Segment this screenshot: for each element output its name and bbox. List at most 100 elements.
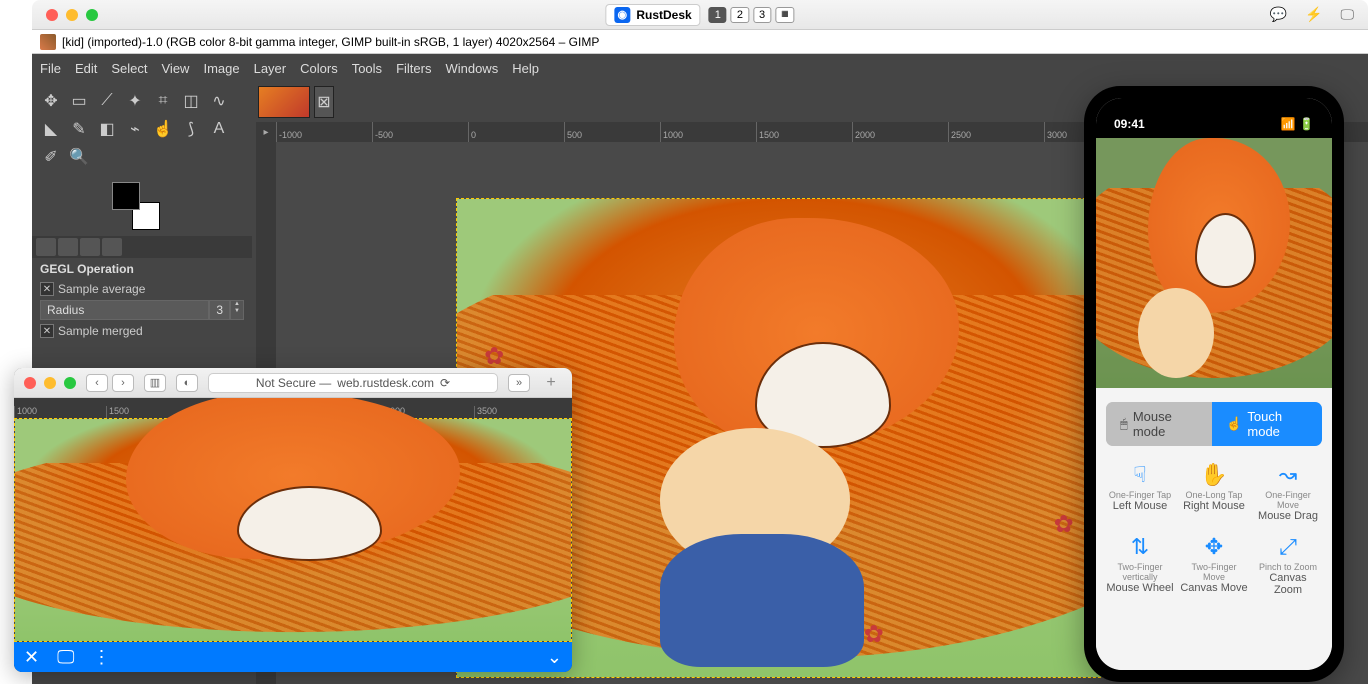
rustdesk-logo-icon: ◉ bbox=[614, 7, 630, 23]
tab-device-status[interactable] bbox=[58, 238, 78, 256]
phone-remote-view[interactable] bbox=[1096, 138, 1332, 388]
remote-display-icon[interactable]: 🖵 bbox=[57, 647, 74, 668]
scroll-icon: ⇅ bbox=[1106, 532, 1174, 562]
browser-window: ‹ › ▥ ◐ Not Secure — web.rustdesk.com ⟳ … bbox=[14, 368, 572, 672]
touch-mode-button[interactable]: ☝ Touch mode bbox=[1212, 402, 1322, 446]
reload-icon[interactable]: ⟳ bbox=[440, 376, 450, 390]
gesture-canvas-zoom: ⤢ Pinch to Zoom Canvas Zoom bbox=[1254, 532, 1322, 596]
clone-tool-icon[interactable]: ⌁ bbox=[122, 116, 148, 142]
input-mode-toggle[interactable]: 🖱 Mouse mode ☝ Touch mode bbox=[1106, 402, 1322, 446]
new-tab-button[interactable]: + bbox=[540, 374, 562, 392]
smudge-tool-icon[interactable]: ☝ bbox=[150, 116, 176, 142]
phone-status-icons: 📶 🔋 bbox=[1281, 117, 1314, 131]
menu-tools[interactable]: Tools bbox=[352, 61, 382, 76]
picker-tool-icon[interactable]: ✐ bbox=[38, 144, 64, 170]
touch-mode-label: Touch mode bbox=[1247, 409, 1308, 439]
transform-tool-icon[interactable]: ◫ bbox=[178, 88, 204, 114]
move-tool-icon[interactable]: ✥ bbox=[38, 88, 64, 114]
menu-windows[interactable]: Windows bbox=[445, 61, 498, 76]
browser-close-button[interactable] bbox=[24, 377, 36, 389]
option-sample-average[interactable]: ✕ Sample average bbox=[32, 280, 252, 298]
lasso-tool-icon[interactable]: ⟋ bbox=[94, 88, 120, 114]
fg-bg-color-swatch[interactable] bbox=[112, 182, 160, 230]
remote-collapse-icon[interactable]: ⌄ bbox=[547, 647, 562, 668]
phone-notch bbox=[1159, 98, 1269, 122]
gesture-mouse-wheel: ⇅ Two-Finger vertically Mouse Wheel bbox=[1106, 532, 1174, 596]
desktop-overview[interactable]: ▦ bbox=[775, 7, 795, 23]
browser-minimize-button[interactable] bbox=[44, 377, 56, 389]
sidebar-toggle-icon[interactable]: ▥ bbox=[144, 374, 166, 392]
pan-icon: ✥ bbox=[1180, 532, 1248, 562]
remote-control-bar: ✕ 🖵 ⋮ ⌄ bbox=[14, 642, 572, 672]
long-tap-icon: ✋ bbox=[1180, 460, 1248, 490]
remote-more-icon[interactable]: ⋮ bbox=[92, 647, 110, 668]
browser-back-button[interactable]: ‹ bbox=[86, 374, 108, 392]
menu-file[interactable]: File bbox=[40, 61, 61, 76]
display-icon[interactable]: 🖵 bbox=[1341, 6, 1355, 23]
bolt-icon[interactable]: ⚡ bbox=[1305, 6, 1322, 23]
tap-icon: ☟ bbox=[1106, 460, 1174, 490]
radius-stepper[interactable]: ▲▼ bbox=[230, 300, 244, 320]
gesture-right-mouse: ✋ One-Long Tap Right Mouse bbox=[1180, 460, 1248, 522]
phone-mockup: 09:41 📶 🔋 🖱 Mouse mode ☝ Touch mode bbox=[1084, 86, 1344, 682]
tab-tool-options[interactable] bbox=[36, 238, 56, 256]
menu-edit[interactable]: Edit bbox=[75, 61, 97, 76]
app-title: ◉ RustDesk bbox=[605, 4, 700, 26]
desktop-2[interactable]: 2 bbox=[731, 7, 749, 23]
tab-undo-history[interactable] bbox=[80, 238, 100, 256]
address-bar[interactable]: Not Secure — web.rustdesk.com ⟳ bbox=[208, 373, 498, 393]
gimp-menubar: File Edit Select View Image Layer Colors… bbox=[32, 54, 1368, 82]
shield-icon[interactable]: ◐ bbox=[176, 374, 198, 392]
rect-select-tool-icon[interactable]: ▭ bbox=[66, 88, 92, 114]
warp-tool-icon[interactable]: ∿ bbox=[206, 88, 232, 114]
browser-forward-button[interactable]: › bbox=[112, 374, 134, 392]
menu-layer[interactable]: Layer bbox=[254, 61, 287, 76]
close-option-icon-2[interactable]: ✕ bbox=[40, 324, 54, 338]
crop-tool-icon[interactable]: ⌗ bbox=[150, 88, 176, 114]
gegl-operation-title: GEGL Operation bbox=[32, 258, 252, 280]
close-window-button[interactable] bbox=[46, 9, 58, 21]
zoom-tool-icon[interactable]: 🔍 bbox=[66, 144, 92, 170]
menu-select[interactable]: Select bbox=[111, 61, 147, 76]
option-sample-merged[interactable]: ✕ Sample merged bbox=[32, 322, 252, 340]
radius-input-row[interactable]: Radius 3 ▲▼ bbox=[32, 298, 252, 322]
fg-color-swatch[interactable] bbox=[112, 182, 140, 210]
desktop-3[interactable]: 3 bbox=[753, 7, 771, 23]
menu-help[interactable]: Help bbox=[512, 61, 539, 76]
chat-icon[interactable]: 💬 bbox=[1270, 6, 1287, 23]
remote-close-icon[interactable]: ✕ bbox=[24, 647, 39, 668]
image-tab-kid[interactable] bbox=[258, 86, 310, 118]
tab-images[interactable] bbox=[102, 238, 122, 256]
radius-value[interactable]: 3 bbox=[209, 300, 230, 320]
wand-tool-icon[interactable]: ✦ bbox=[122, 88, 148, 114]
brush-tool-icon[interactable]: ✎ bbox=[66, 116, 92, 142]
image-tab-close[interactable]: ⊠ bbox=[314, 86, 334, 118]
close-option-icon[interactable]: ✕ bbox=[40, 282, 54, 296]
desktop-1[interactable]: 1 bbox=[709, 7, 727, 23]
menu-view[interactable]: View bbox=[162, 61, 190, 76]
bucket-tool-icon[interactable]: ◣ bbox=[38, 116, 64, 142]
tabs-overview-icon[interactable]: » bbox=[508, 374, 530, 392]
menu-image[interactable]: Image bbox=[203, 61, 239, 76]
browser-toolbar: ‹ › ▥ ◐ Not Secure — web.rustdesk.com ⟳ … bbox=[14, 368, 572, 398]
browser-viewport[interactable]: 1000 1500 2000 2500 3000 3500 ✕ 🖵 ⋮ ⌄ bbox=[14, 398, 572, 672]
eraser-tool-icon[interactable]: ◧ bbox=[94, 116, 120, 142]
menu-filters[interactable]: Filters bbox=[396, 61, 431, 76]
desktop-switcher[interactable]: 1 2 3 ▦ bbox=[709, 7, 795, 23]
gimp-app-icon bbox=[40, 34, 56, 50]
ruler-corner[interactable]: ▸ bbox=[256, 122, 276, 142]
app-name-label: RustDesk bbox=[636, 8, 691, 22]
gimp-toolbox: ✥ ▭ ⟋ ✦ ⌗ ◫ ∿ ◣ ✎ ◧ ⌁ ☝ ⟆ A ✐ 🔍 bbox=[32, 82, 252, 176]
text-tool-icon[interactable]: A bbox=[206, 116, 232, 142]
mouse-icon: 🖱 bbox=[1120, 416, 1128, 432]
minimize-window-button[interactable] bbox=[66, 9, 78, 21]
browser-maximize-button[interactable] bbox=[64, 377, 76, 389]
path-tool-icon[interactable]: ⟆ bbox=[178, 116, 204, 142]
remote-canvas-image[interactable] bbox=[14, 418, 572, 642]
gesture-grid: ☟ One-Finger Tap Left Mouse ✋ One-Long T… bbox=[1106, 460, 1322, 596]
gesture-left-mouse: ☟ One-Finger Tap Left Mouse bbox=[1106, 460, 1174, 522]
drag-icon: ↝ bbox=[1254, 460, 1322, 490]
mouse-mode-button[interactable]: 🖱 Mouse mode bbox=[1106, 402, 1212, 446]
menu-colors[interactable]: Colors bbox=[300, 61, 338, 76]
maximize-window-button[interactable] bbox=[86, 9, 98, 21]
